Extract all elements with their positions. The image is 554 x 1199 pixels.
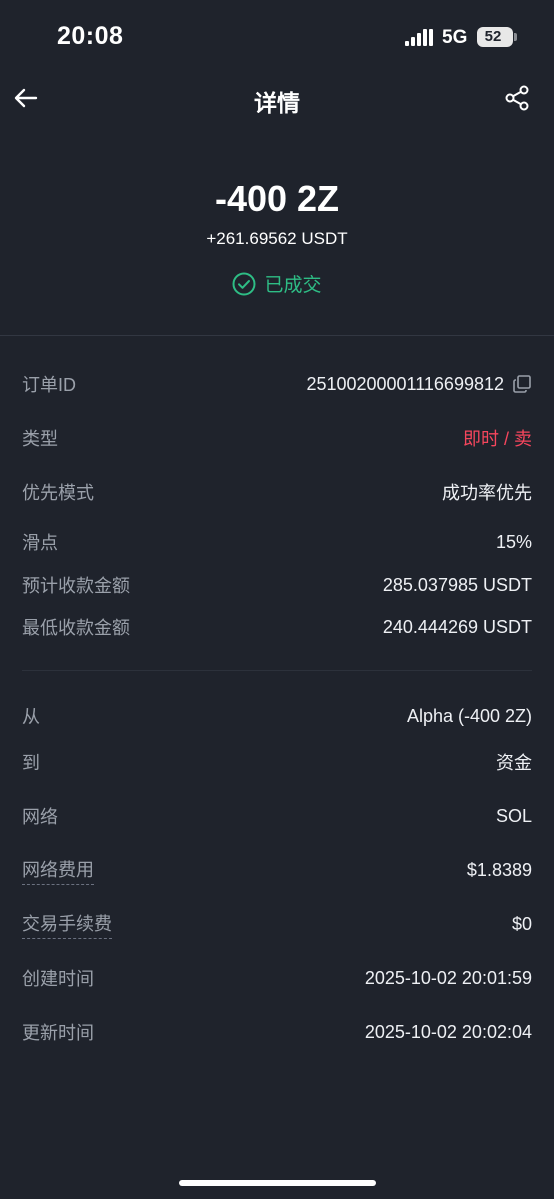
trading-fee-label[interactable]: 交易手续费 xyxy=(22,910,112,939)
status-bar: 20:08 5G 52 xyxy=(0,0,554,74)
detail-row-network: 网络 SOL xyxy=(22,801,532,831)
trade-amount: -400 2Z xyxy=(214,178,340,219)
battery-level: 52 xyxy=(484,28,502,45)
from-value: Alpha (-400 2Z) xyxy=(406,705,532,726)
updated-value: 2025-10-02 20:02:04 xyxy=(364,1021,532,1042)
home-indicator[interactable] xyxy=(179,1180,376,1186)
check-circle-icon xyxy=(232,272,256,295)
detail-row-trading-fee: 交易手续费 $0 xyxy=(22,909,532,939)
detail-row-created: 创建时间 2025-10-02 20:01:59 xyxy=(22,963,532,993)
type-label: 类型 xyxy=(22,429,58,449)
minimum-label: 最低收款金额 xyxy=(22,618,130,638)
detail-row-priority: 优先模式 成功率优先 xyxy=(22,477,532,507)
slippage-value: 15% xyxy=(495,531,532,552)
detail-row-to: 到 资金 xyxy=(22,747,532,777)
detail-row-estimated: 预计收款金额 285.037985 USDT xyxy=(22,570,532,600)
copy-icon[interactable] xyxy=(512,374,532,394)
to-label: 到 xyxy=(22,753,40,773)
nav-bar: 详情 xyxy=(0,74,554,124)
network-value: SOL xyxy=(495,805,532,826)
estimated-value: 285.037985 USDT xyxy=(382,574,532,595)
updated-label: 更新时间 xyxy=(22,1023,94,1043)
detail-row-type: 类型 即时 / 卖 xyxy=(22,423,532,453)
battery-tip xyxy=(514,33,517,41)
signal-icon xyxy=(405,29,433,46)
status-text: 已成交 xyxy=(264,275,322,296)
priority-label: 优先模式 xyxy=(22,483,94,503)
status-time: 20:08 xyxy=(57,22,124,50)
minimum-value: 240.444269 USDT xyxy=(382,616,532,637)
detail-row-minimum: 最低收款金额 240.444269 USDT xyxy=(22,612,532,642)
network-label: 网络 xyxy=(22,807,58,827)
order-id-value: 2510020000111669981​2 xyxy=(306,374,532,395)
slippage-label: 滑点 xyxy=(22,533,58,553)
network-type: 5G xyxy=(442,27,468,48)
network-fee-label[interactable]: 网络费用 xyxy=(22,856,94,885)
trading-fee-value: $0 xyxy=(511,913,532,934)
detail-row-order-id: 订单ID 2510020000111669981​2 xyxy=(22,369,532,399)
type-value: 即时 / 卖 xyxy=(462,429,532,449)
created-label: 创建时间 xyxy=(22,969,94,989)
order-id-text: 2510020000111669981​2 xyxy=(306,373,504,394)
from-label: 从 xyxy=(22,707,40,727)
status-badge: 已成交 xyxy=(0,270,554,297)
order-summary: -400 2Z +261.69562 USDT 已成交 xyxy=(0,176,554,297)
divider xyxy=(22,670,532,671)
detail-row-slippage: 滑点 15% xyxy=(22,527,532,557)
to-value: 资金 xyxy=(496,753,532,773)
page-title: 详情 xyxy=(254,90,300,116)
detail-row-updated: 更新时间 2025-10-02 20:02:04 xyxy=(22,1017,532,1047)
share-icon[interactable] xyxy=(503,84,531,112)
network-fee-value: $1.8389 xyxy=(466,859,532,880)
divider xyxy=(0,335,554,336)
detail-row-network-fee: 网络费用 $1.8389 xyxy=(22,855,532,885)
detail-row-from: 从 Alpha (-400 2Z) xyxy=(22,701,532,731)
priority-value: 成功率优先 xyxy=(442,483,532,503)
order-id-label: 订单ID xyxy=(22,375,76,395)
battery-icon: 52 xyxy=(477,27,513,47)
estimated-label: 预计收款金额 xyxy=(22,576,130,596)
created-value: 2025-10-02 20:01:59 xyxy=(364,967,532,988)
received-amount: +261.69562 USDT xyxy=(206,229,348,248)
